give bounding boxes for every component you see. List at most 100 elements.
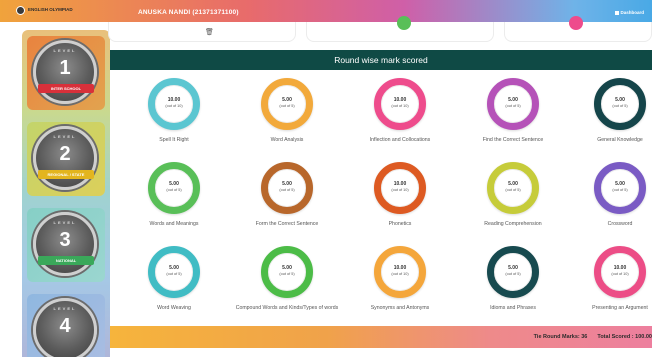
score-out-of: (out of 5)	[505, 272, 521, 276]
round-name: Reading Comprehension	[484, 221, 542, 227]
summary-card-3	[504, 16, 652, 42]
score-ring: 5.00 (out of 5)	[594, 162, 646, 214]
level-2-ribbon: REGIONAL / STATE	[38, 170, 94, 179]
summary-card-2	[306, 16, 494, 42]
logo-text: ENGLISH OLYMPIAD	[28, 7, 73, 12]
score-value: 5.00	[615, 181, 625, 187]
level-3-card[interactable]: LEVEL 3 NATIONAL	[27, 208, 105, 282]
round-card: 10.00 (out of 10) Synonyms and Antonyms	[338, 246, 462, 312]
summary-card-2-indicator	[397, 16, 411, 30]
round-name: Synonyms and Antonyms	[370, 305, 430, 311]
level-2-card[interactable]: LEVEL 2 REGIONAL / STATE	[27, 122, 105, 196]
round-name: Find the Correct Sentence	[482, 137, 544, 143]
score-ring: 10.00 (out of 10)	[374, 246, 426, 298]
score-ring: 10.00 (out of 10)	[374, 78, 426, 130]
score-value: 10.00	[613, 265, 627, 271]
level-1-ribbon: INTER SCHOOL	[38, 84, 94, 93]
score-out-of: (out of 5)	[279, 104, 295, 108]
score-out-of: (out of 10)	[391, 188, 409, 192]
round-name: Form the Correct Sentence	[255, 221, 319, 227]
level-1-number: 1	[59, 57, 71, 79]
dashboard-icon	[615, 10, 620, 15]
dashboard-link[interactable]: Dashboard	[615, 10, 644, 15]
round-name: Word Analysis	[270, 137, 304, 143]
logo[interactable]: ENGLISH OLYMPIAD	[16, 6, 80, 16]
total-scored: Total Scored : 100.00	[597, 334, 652, 340]
score-ring: 10.00 (out of 10)	[148, 78, 200, 130]
round-card: 5.00 (out of 5) Compound Words and Kinds/T…	[225, 246, 349, 312]
section-title: Round wise mark scored	[110, 50, 652, 70]
round-card: 5.00 (out of 5) Word Analysis	[225, 78, 349, 144]
score-value: 10.00	[393, 265, 407, 271]
score-value: 5.00	[508, 97, 518, 103]
score-out-of: (out of 10)	[165, 104, 183, 108]
dashboard-link-label: Dashboard	[620, 10, 644, 15]
logo-icon	[16, 6, 25, 15]
footer-totals: Tie Round Marks: 36 Total Scored : 100.00	[524, 334, 652, 340]
score-value: 5.00	[282, 181, 292, 187]
level-4-number: 4	[59, 315, 71, 337]
score-out-of: (out of 5)	[612, 104, 628, 108]
rounds-grid: 10.00 (out of 10) Spell It Right 5.00 (out o…	[110, 76, 652, 324]
score-value: 5.00	[169, 181, 179, 187]
score-value: 10.00	[167, 97, 181, 103]
score-footer: Tie Round Marks: 36 Total Scored : 100.00	[110, 326, 652, 348]
score-out-of: (out of 5)	[505, 188, 521, 192]
score-out-of: (out of 5)	[612, 188, 628, 192]
round-name: Words and Meanings	[149, 221, 199, 227]
score-out-of: (out of 10)	[611, 272, 629, 276]
score-out-of: (out of 5)	[279, 188, 295, 192]
score-ring: 5.00 (out of 5)	[487, 162, 539, 214]
level-1-card[interactable]: LEVEL 1 INTER SCHOOL	[27, 36, 105, 110]
level-2-badge-icon: LEVEL 2 REGIONAL / STATE	[33, 126, 97, 190]
score-value: 5.00	[169, 265, 179, 271]
score-out-of: (out of 10)	[391, 272, 409, 276]
round-name: Spell It Right	[159, 137, 189, 143]
score-value: 10.00	[393, 97, 407, 103]
score-out-of: (out of 10)	[391, 104, 409, 108]
summary-card-3-indicator	[569, 16, 583, 30]
score-out-of: (out of 5)	[166, 272, 182, 276]
trash-icon[interactable]: 🗑︎	[205, 28, 214, 36]
level-2-tag: LEVEL	[53, 134, 77, 139]
round-card: 5.00 (out of 5) Crossword	[558, 162, 652, 228]
score-value: 5.00	[508, 181, 518, 187]
score-ring: 5.00 (out of 5)	[487, 246, 539, 298]
round-card: 5.00 (out of 5) General Knowledge	[558, 78, 652, 144]
level-3-tag: LEVEL	[53, 220, 77, 225]
round-card: 10.00 (out of 10) Phonetics	[338, 162, 462, 228]
round-card: 5.00 (out of 5) Reading Comprehension	[451, 162, 575, 228]
score-ring: 5.00 (out of 5)	[261, 78, 313, 130]
score-value: 5.00	[508, 265, 518, 271]
score-ring: 5.00 (out of 5)	[261, 162, 313, 214]
level-3-number: 3	[59, 229, 71, 251]
round-name: Phonetics	[388, 221, 412, 227]
top-banner: ENGLISH OLYMPIAD ANUSKA NANDI (213713711…	[0, 0, 652, 22]
round-card: 10.00 (out of 10) Presenting an Argument	[558, 246, 652, 312]
round-card: 5.00 (out of 5) Idioms and Phrases	[451, 246, 575, 312]
level-4-card[interactable]: LEVEL 4	[27, 294, 105, 357]
round-name: Compound Words and Kinds/Types of words	[235, 305, 339, 311]
score-value: 5.00	[282, 265, 292, 271]
round-name: Word Weaving	[157, 305, 191, 311]
round-name: Inflection and Collocations	[369, 137, 431, 143]
level-1-badge-icon: LEVEL 1 INTER SCHOOL	[33, 40, 97, 104]
level-1-tag: LEVEL	[53, 48, 77, 53]
round-card: 5.00 (out of 5) Words and Meanings	[112, 162, 236, 228]
round-card: 10.00 (out of 10) Spell It Right	[112, 78, 236, 144]
level-4-tag: LEVEL	[53, 306, 77, 311]
round-name: Presenting an Argument	[592, 305, 648, 311]
summary-cards-row: 🗑︎	[108, 16, 652, 44]
score-ring: 10.00 (out of 10)	[594, 246, 646, 298]
round-name: Crossword	[607, 221, 633, 227]
level-sidebar: LEVEL 1 INTER SCHOOL LEVEL 2 REGIONAL / …	[22, 30, 110, 357]
round-card: 10.00 (out of 10) Inflection and Collocati…	[338, 78, 462, 144]
score-ring: 5.00 (out of 5)	[487, 78, 539, 130]
score-ring: 5.00 (out of 5)	[148, 246, 200, 298]
summary-card-1: 🗑︎	[108, 22, 296, 42]
score-ring: 5.00 (out of 5)	[261, 246, 313, 298]
tie-round-marks: Tie Round Marks: 36	[533, 334, 588, 340]
round-name: Idioms and Phrases	[490, 305, 536, 311]
round-card: 5.00 (out of 5) Word Weaving	[112, 246, 236, 312]
round-card: 5.00 (out of 5) Form the Correct Sentence	[225, 162, 349, 228]
